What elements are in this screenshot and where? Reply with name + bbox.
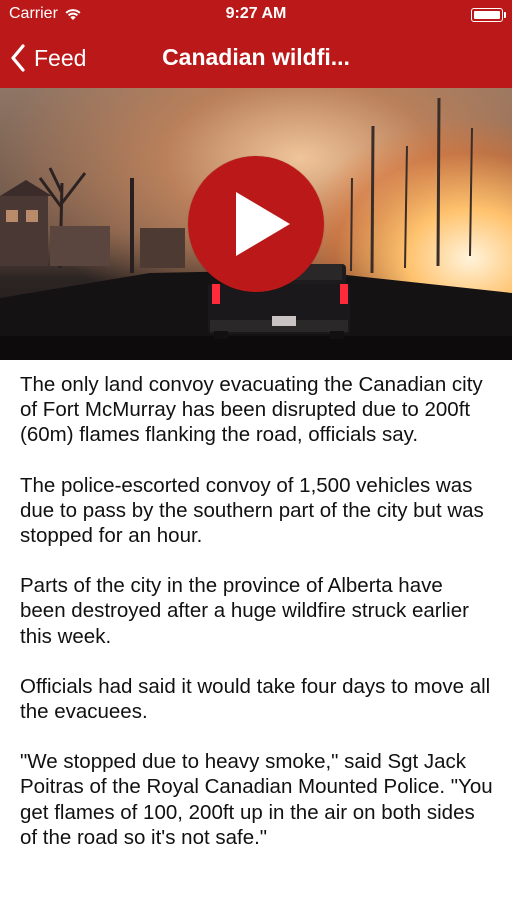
status-bar: Carrier 9:27 AM [0,0,512,30]
burning-trees [350,97,473,274]
left-scenery [0,167,185,273]
status-time: 9:27 AM [225,5,287,22]
article-paragraph: Officials had said it would take four da… [20,674,491,724]
play-icon [236,192,290,256]
play-button[interactable] [188,156,324,292]
battery-level [474,11,500,19]
article-paragraph: "We stopped due to heavy smoke," said Sg… [20,750,493,849]
battery-icon [471,8,506,22]
header: Carrier 9:27 AM Feed Canadian wildfi... [0,0,512,88]
page-title: Canadian wildfi... [162,44,350,70]
article-paragraph: The police-escorted convoy of 1,500 vehi… [20,473,484,548]
article-body: The only land convoy evacuating the Cana… [20,372,494,875]
navigation-bar: Feed Canadian wildfi... [0,30,512,88]
article-paragraph: The only land convoy evacuating the Cana… [20,373,483,447]
dashboard [0,336,512,360]
video-player[interactable] [0,88,512,360]
article-paragraph: Parts of the city in the province of Alb… [20,574,469,648]
